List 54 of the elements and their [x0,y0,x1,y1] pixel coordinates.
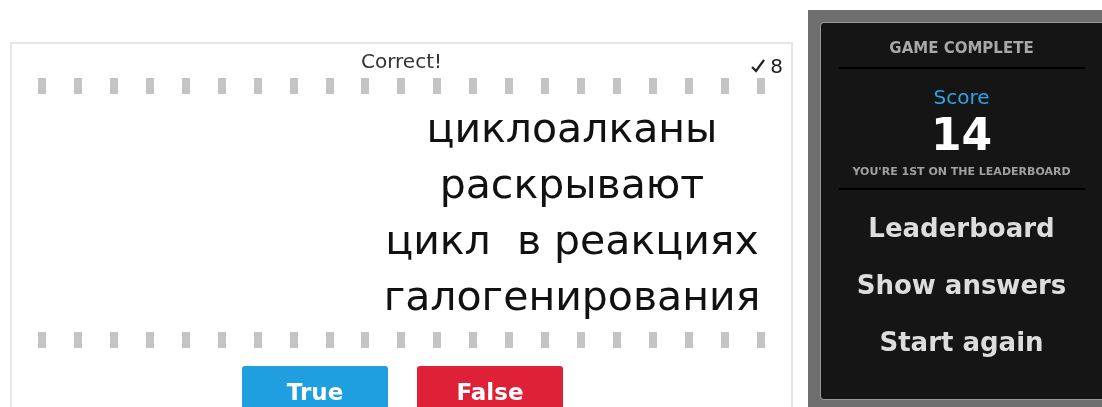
statement-text: циклоалканы раскрывают цикл в реакциях галогенирования [382,103,762,322]
dash-mark [38,78,46,94]
dash-mark [684,78,693,94]
dash-mark [433,332,442,348]
dash-mark [720,332,729,348]
dash-mark [469,78,478,94]
dash-mark [361,78,370,94]
dash-mark [217,78,226,94]
dash-mark [577,332,586,348]
menu-link[interactable]: Leaderboard [868,200,1055,257]
dash-mark [38,332,46,348]
dash-mark [289,78,298,94]
score-value: 14 [930,109,993,161]
dash-mark [720,78,729,94]
dash-mark [648,332,657,348]
dash-mark [613,78,621,94]
dash-mark [253,78,262,94]
dash-mark [577,78,586,94]
checkmark-icon [750,58,767,74]
dash-mark [397,332,406,348]
dash-mark [541,332,550,348]
dash-mark [217,332,226,348]
dash-mark [684,332,693,348]
dash-mark [541,78,550,94]
menu-link[interactable]: Start again [879,314,1044,371]
dash-mark [505,332,514,348]
dash-mark [73,78,82,94]
menu-link[interactable]: Show answers [856,257,1067,314]
dash-mark [73,332,82,348]
dash-mark [648,78,657,94]
dash-mark [145,332,154,348]
answer-button[interactable]: False [417,366,563,407]
dash-mark [397,78,406,94]
dash-mark [289,332,298,348]
dash-mark [253,332,262,348]
dash-mark [505,78,514,94]
dash-mark [613,332,621,348]
score-label: Score [933,85,990,109]
dash-mark [109,332,118,348]
dash-mark [325,78,334,94]
dash-mark [181,78,190,94]
dash-mark [469,332,478,348]
dash-mark [145,78,154,94]
feedback-text: Correct! [361,49,442,73]
rank-note: YOU'RE 1ST ON THE LEADERBOARD [852,165,1071,178]
dash-mark [109,78,118,94]
correct-count: 8 [750,54,783,78]
dash-mark [756,332,765,348]
dash-mark [325,332,334,348]
dash-mark [181,332,190,348]
dash-mark [361,332,370,348]
dash-mark [433,78,442,94]
results-title: GAME COMPLETE [889,39,1034,57]
dash-mark [756,78,765,94]
